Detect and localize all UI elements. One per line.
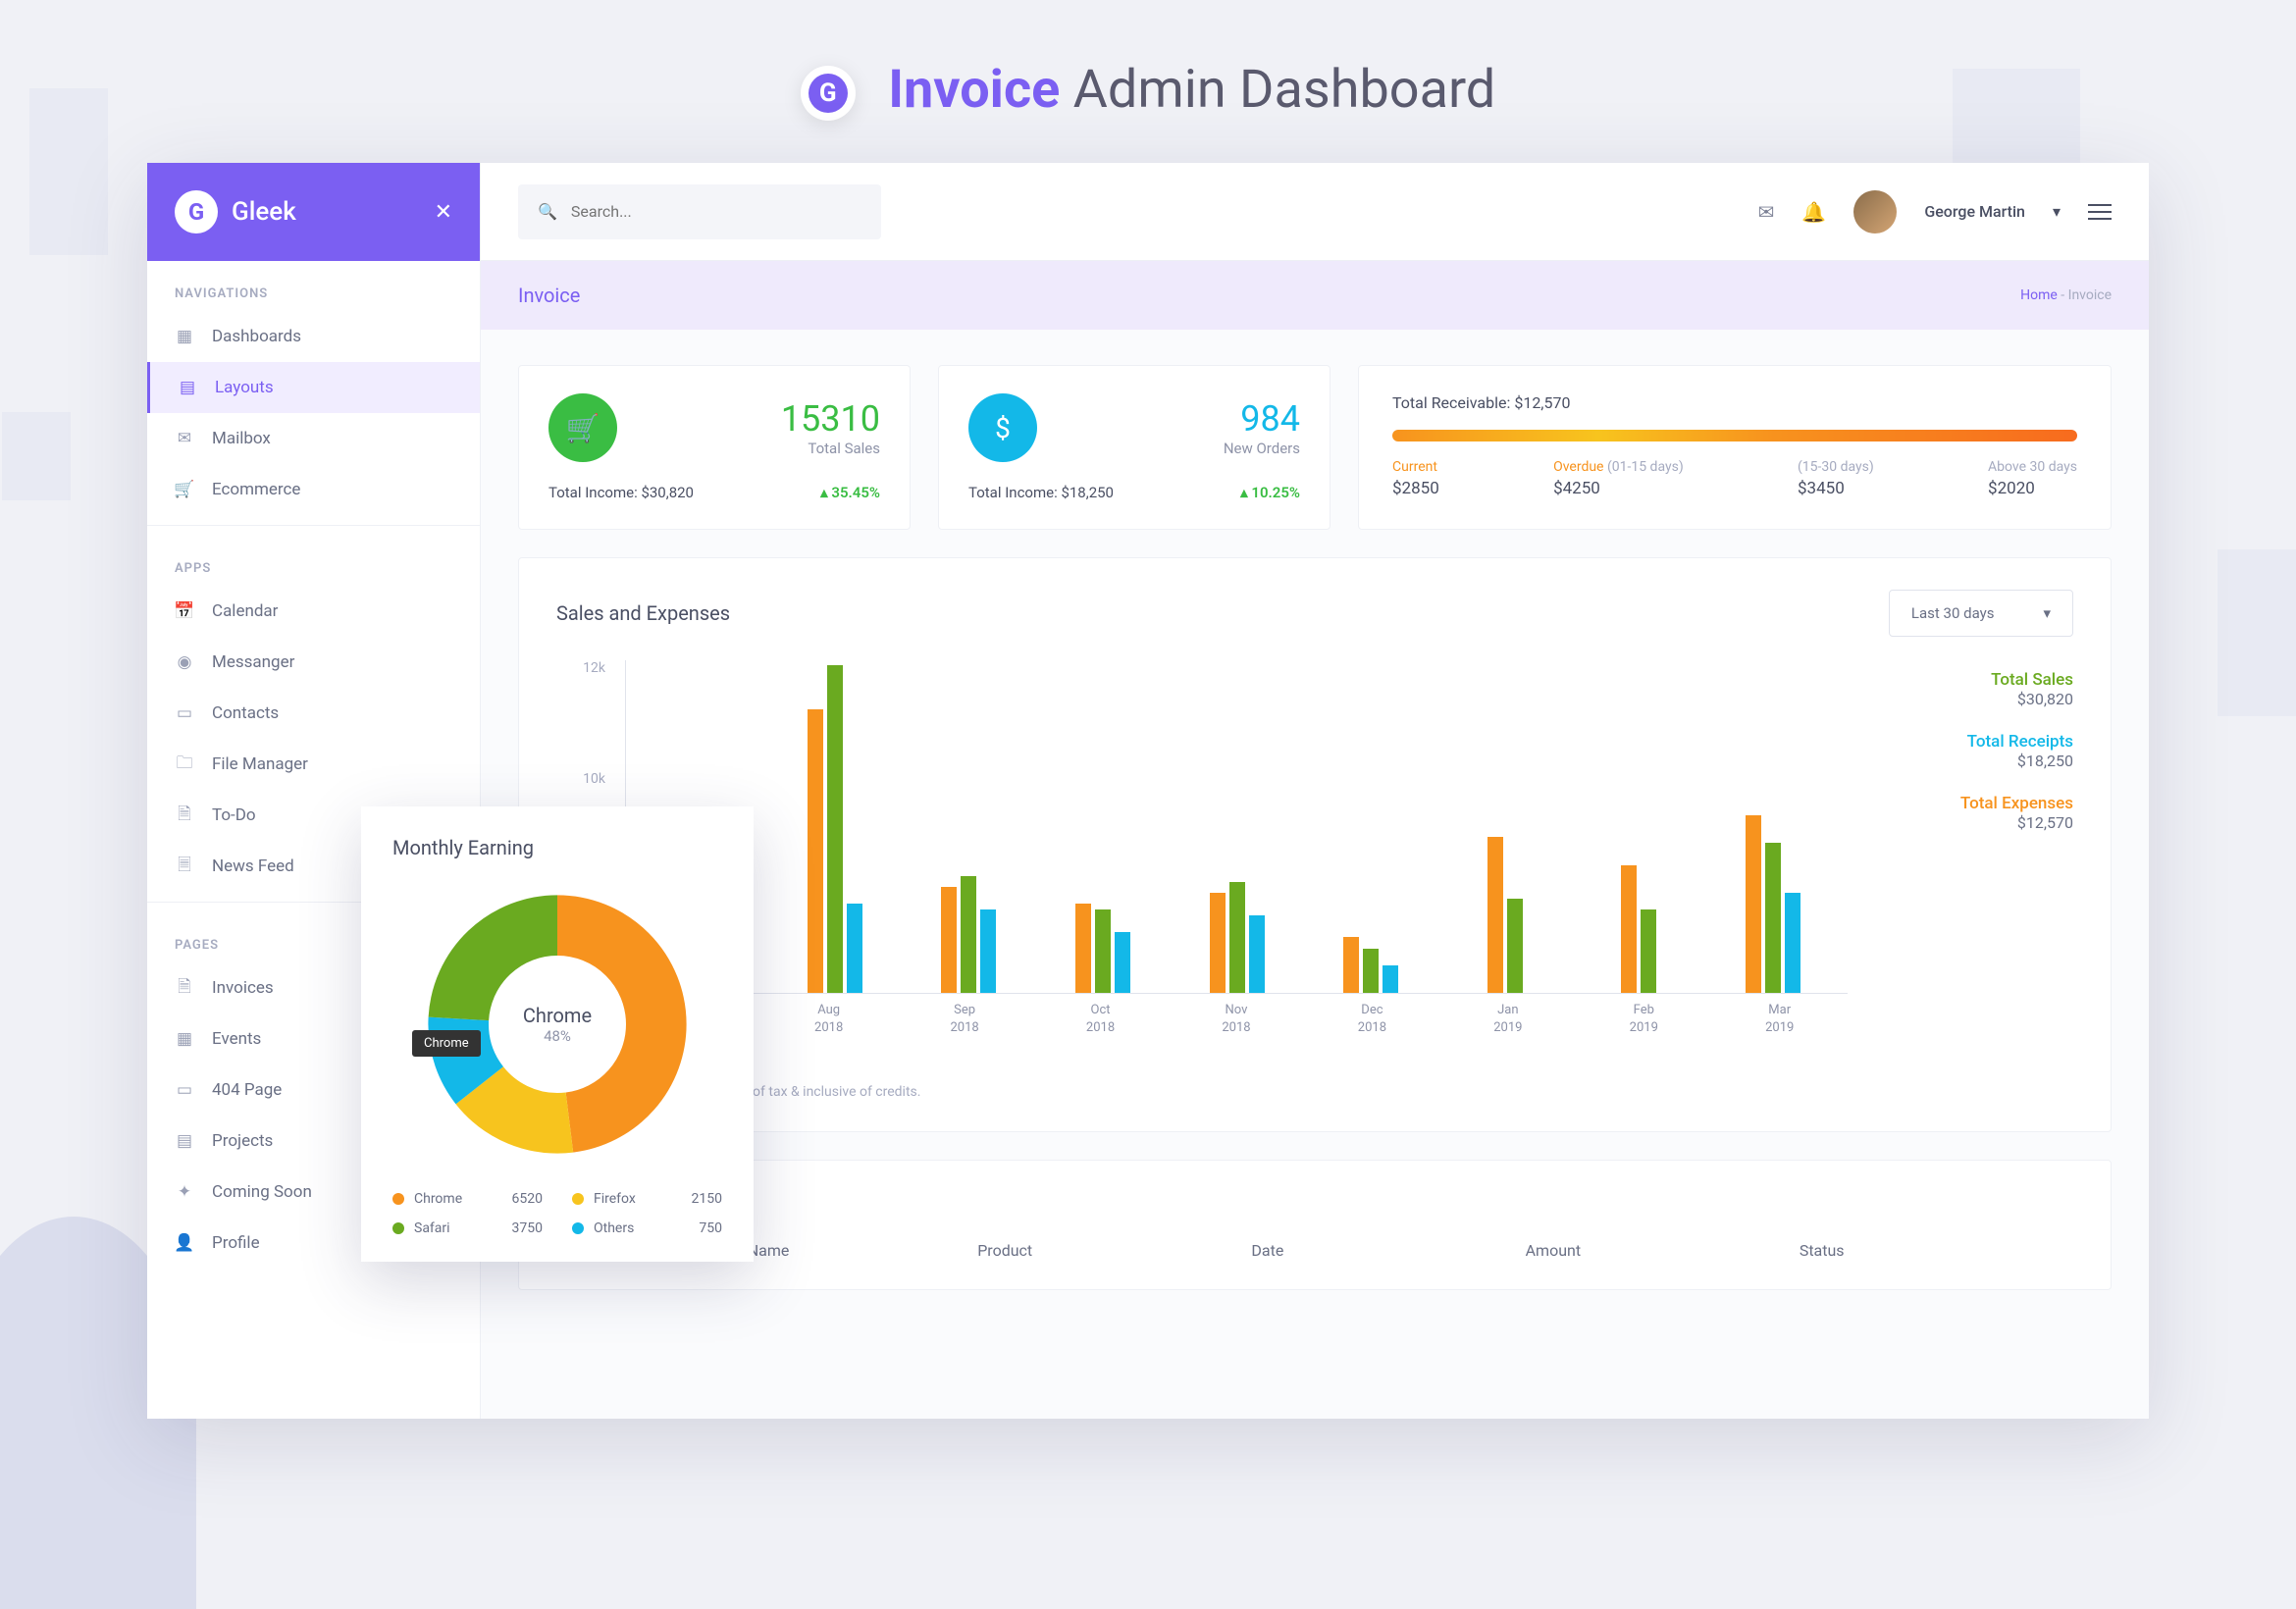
events-icon: ▦ (175, 1029, 194, 1049)
brand-logo-icon: G (175, 190, 218, 234)
mail-icon: ✉ (175, 429, 194, 448)
sidebar-item-calendar[interactable]: 📅Calendar (147, 586, 480, 637)
receivable-bucket: Overdue (01-15 days)$4250 (1553, 459, 1684, 498)
chart-title: Sales and Expenses (556, 601, 730, 625)
cart-icon: 🛒 (175, 480, 194, 499)
bar-group (1170, 882, 1304, 993)
donut-tooltip: Chrome (412, 1030, 481, 1057)
bar-group (1706, 815, 1841, 993)
table-title: Recent Candidates (556, 1190, 2073, 1214)
chart-note: * Sales figures are based on net of tax … (556, 1084, 2073, 1100)
menu-icon[interactable] (2088, 204, 2112, 220)
topbar: 🔍 ✉ 🔔 George Martin ▾ (481, 163, 2149, 261)
legend-item: Total Receipts$18,250 (1877, 732, 2073, 770)
receivable-bucket: Above 30 days$2020 (1988, 459, 2077, 498)
sidebar-item-contacts[interactable]: ▭Contacts (147, 688, 480, 739)
kpi-total-sales: 🛒 15310 Total Sales Total Income: $30,82… (518, 365, 911, 530)
bar-group (1036, 904, 1171, 993)
layouts-icon: ▤ (178, 378, 197, 397)
avatar[interactable] (1853, 190, 1897, 234)
bell-icon[interactable]: 🔔 (1801, 200, 1826, 224)
receivable-bucket: Current$2850 (1392, 459, 1439, 498)
calendar-icon: 📅 (175, 601, 194, 621)
message-icon: ◉ (175, 652, 194, 672)
user-name[interactable]: George Martin (1924, 202, 2025, 221)
donut-center: Chrome 48% (523, 1004, 592, 1045)
news-icon: 🗏 (175, 856, 194, 876)
donut-legend-item: Safari3750 (392, 1220, 543, 1236)
kpi-new-orders: $ 984 New Orders Total Income: $18,250 ▴… (938, 365, 1331, 530)
sidebar-item-ecommerce[interactable]: 🛒Ecommerce (147, 464, 480, 515)
folder-icon: 🗀 (175, 754, 194, 774)
todo-icon: 🗎 (175, 805, 194, 825)
rocket-icon: ✦ (175, 1182, 194, 1202)
cart-icon: 🛒 (548, 393, 617, 462)
section-label-navigations: NAVIGATIONS (147, 261, 480, 311)
receivable-bar (1392, 430, 2077, 441)
kpi-income: Total Income: $30,820 (548, 484, 694, 501)
contacts-icon: ▭ (175, 703, 194, 723)
kpi-income: Total Income: $18,250 (968, 484, 1114, 501)
sales-expenses-card: Sales and Expenses Last 30 days▾ 12k10k8… (518, 557, 2112, 1132)
search-input[interactable] (571, 202, 861, 221)
table-header: Date (1251, 1241, 1525, 1260)
legend-item: Total Expenses$12,570 (1877, 794, 2073, 832)
donut-legend-item: Others750 (572, 1220, 722, 1236)
legend-item: Total Sales$30,820 (1877, 670, 2073, 708)
page-title: Invoice (518, 284, 580, 307)
receivable-card: Total Receivable: $12,570 Current$2850 Ov… (1358, 365, 2112, 530)
kpi-trend: ▴ 10.25% (1240, 484, 1300, 501)
kpi-value: 984 (1224, 398, 1300, 440)
mail-icon[interactable]: ✉ (1758, 200, 1775, 224)
subheader: Invoice Home - Invoice (481, 261, 2149, 330)
section-label-apps: APPS (147, 536, 480, 586)
chevron-down-icon[interactable]: ▾ (2053, 202, 2061, 221)
kpi-value: 15310 (781, 398, 880, 440)
table-header: Amount (1526, 1241, 1800, 1260)
monthly-earning-card: Monthly Earning Chrome Chrome 48% Chrome… (361, 806, 754, 1262)
time-range-dropdown[interactable]: Last 30 days▾ (1889, 590, 2073, 637)
breadcrumb-home[interactable]: Home (2020, 287, 2058, 303)
kpi-label: Total Sales (781, 440, 880, 457)
sidebar-item-mailbox[interactable]: ✉Mailbox (147, 413, 480, 464)
bar-group (902, 876, 1036, 993)
invoice-icon: 🗎 (175, 978, 194, 998)
sidebar-item-messanger[interactable]: ◉Messanger (147, 637, 480, 688)
brand[interactable]: G Gleek (175, 190, 296, 234)
bar-group (1437, 837, 1572, 993)
breadcrumb-current: Invoice (2068, 287, 2112, 303)
donut-title: Monthly Earning (392, 836, 722, 859)
kpi-label: New Orders (1224, 440, 1300, 457)
sidebar-item-dashboards[interactable]: ▦Dashboards (147, 311, 480, 362)
sidebar-item-layouts[interactable]: ▤Layouts (147, 362, 480, 413)
user-icon: 👤 (175, 1233, 194, 1253)
dashboard-icon: ▦ (175, 327, 194, 346)
settings-icon[interactable]: ✕ (435, 200, 452, 225)
error-icon: ▭ (175, 1080, 194, 1100)
bar-group (1304, 937, 1438, 993)
sidebar-item-file-manager[interactable]: 🗀File Manager (147, 739, 480, 790)
donut-legend-item: Chrome6520 (392, 1191, 543, 1207)
receivable-bucket: (15-30 days)$3450 (1798, 459, 1874, 498)
brand-name: Gleek (232, 197, 296, 227)
bar-group (1572, 865, 1706, 993)
table-header: Product (977, 1241, 1251, 1260)
logo-icon: G (801, 66, 856, 121)
bar-group (768, 665, 903, 993)
dollar-icon: $ (968, 393, 1037, 462)
sidebar-header: G Gleek ✕ (147, 163, 480, 261)
projects-icon: ▤ (175, 1131, 194, 1151)
donut-legend-item: Firefox2150 (572, 1191, 722, 1207)
search-icon: 🔍 (538, 202, 557, 221)
receivable-title: Total Receivable: $12,570 (1392, 393, 2077, 412)
kpi-trend: ▴ 35.45% (820, 484, 880, 501)
table-header: Status (1800, 1241, 2073, 1260)
breadcrumb: Home - Invoice (2020, 287, 2112, 303)
page-heading: G Invoice Admin Dashboard (0, 0, 2296, 160)
chevron-down-icon: ▾ (2043, 604, 2051, 622)
search-box[interactable]: 🔍 (518, 184, 881, 239)
recent-candidates-card: Recent Candidates Inv. NoClient NameProd… (518, 1160, 2112, 1290)
